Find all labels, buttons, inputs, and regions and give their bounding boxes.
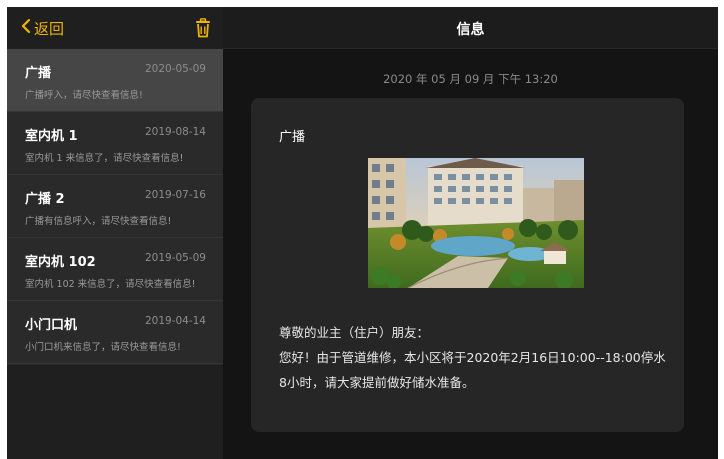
message-item-preview: 广播有信息呼入，请尽快查看信息! [25, 216, 172, 227]
message-item-date: 2019-04-14 [144, 315, 206, 327]
message-item-title: 广播 [25, 66, 52, 81]
message-list-item[interactable]: 小门口机 2019-04-14 小门口机来信息了，请尽快查看信息! [7, 301, 223, 364]
message-item-title: 小门口机 [25, 318, 78, 333]
message-item-date: 2019-08-14 [144, 126, 206, 138]
page-title: 信息 [456, 22, 485, 38]
sidebar-header: 返回 [7, 7, 223, 49]
detail-header: 信息 [223, 7, 718, 49]
message-item-preview: 广播呼入，请尽快查看信息! [25, 90, 143, 101]
message-sidebar: 返回 广播 2020-05-09 广播呼入，请尽快查看信息! 室内机 1 2019-08… [7, 7, 223, 459]
message-body: 尊敬的业主（住户）朋友： 您好！由于管道维修，本小区将于2020年2月16日10… [279, 320, 674, 395]
message-item-date: 2020-05-09 [144, 63, 206, 75]
message-item-preview: 小门口机来信息了，请尽快查看信息! [25, 342, 181, 353]
community-photo [368, 158, 584, 288]
message-body-line: 8小时，请大家提前做好储水准备。 [279, 375, 475, 390]
message-item-date: 2019-05-09 [144, 252, 206, 264]
message-list: 广播 2020-05-09 广播呼入，请尽快查看信息! 室内机 1 2019-08-14… [7, 49, 223, 365]
message-list-item[interactable]: 广播 2020-05-09 广播呼入，请尽快查看信息! [7, 49, 223, 112]
message-item-title: 室内机 102 [25, 255, 96, 270]
message-title: 广播 [279, 130, 306, 145]
message-body-line: 您好！由于管道维修，本小区将于2020年2月16日10:00--18:00停水 [279, 350, 666, 365]
message-detail-pane: 信息 2020 年 05 月 09 月 下午 13:20 广播 尊敬的业主（住户… [223, 7, 718, 459]
message-item-title: 广播 2 [25, 192, 65, 207]
message-timestamp: 2020 年 05 月 09 月 下午 13:20 [383, 72, 558, 86]
message-card: 广播 尊敬的业主（住户）朋友： 您好！由于管道维修，本小区将于2020年2月16… [251, 98, 684, 432]
message-item-preview: 室内机 1 来信息了，请尽快查看信息! [25, 153, 184, 164]
message-list-item[interactable]: 室内机 102 2019-05-09 室内机 102 来信息了，请尽快查看信息! [7, 238, 223, 301]
message-item-date: 2019-07-16 [144, 189, 206, 201]
message-list-item[interactable]: 广播 2 2019-07-16 广播有信息呼入，请尽快查看信息! [7, 175, 223, 238]
back-button[interactable]: 返回 [21, 17, 64, 39]
message-list-item[interactable]: 室内机 1 2019-08-14 室内机 1 来信息了，请尽快查看信息! [7, 112, 223, 175]
message-body-line: 尊敬的业主（住户）朋友： [279, 325, 430, 340]
back-label: 返回 [34, 19, 65, 38]
app-screen: 返回 广播 2020-05-09 广播呼入，请尽快查看信息! 室内机 1 2019-08… [7, 7, 718, 459]
chevron-left-icon [21, 18, 34, 38]
delete-button[interactable] [194, 18, 212, 38]
message-item-title: 室内机 1 [25, 129, 78, 144]
trash-icon [194, 18, 212, 42]
message-item-preview: 室内机 102 来信息了，请尽快查看信息! [25, 279, 196, 290]
